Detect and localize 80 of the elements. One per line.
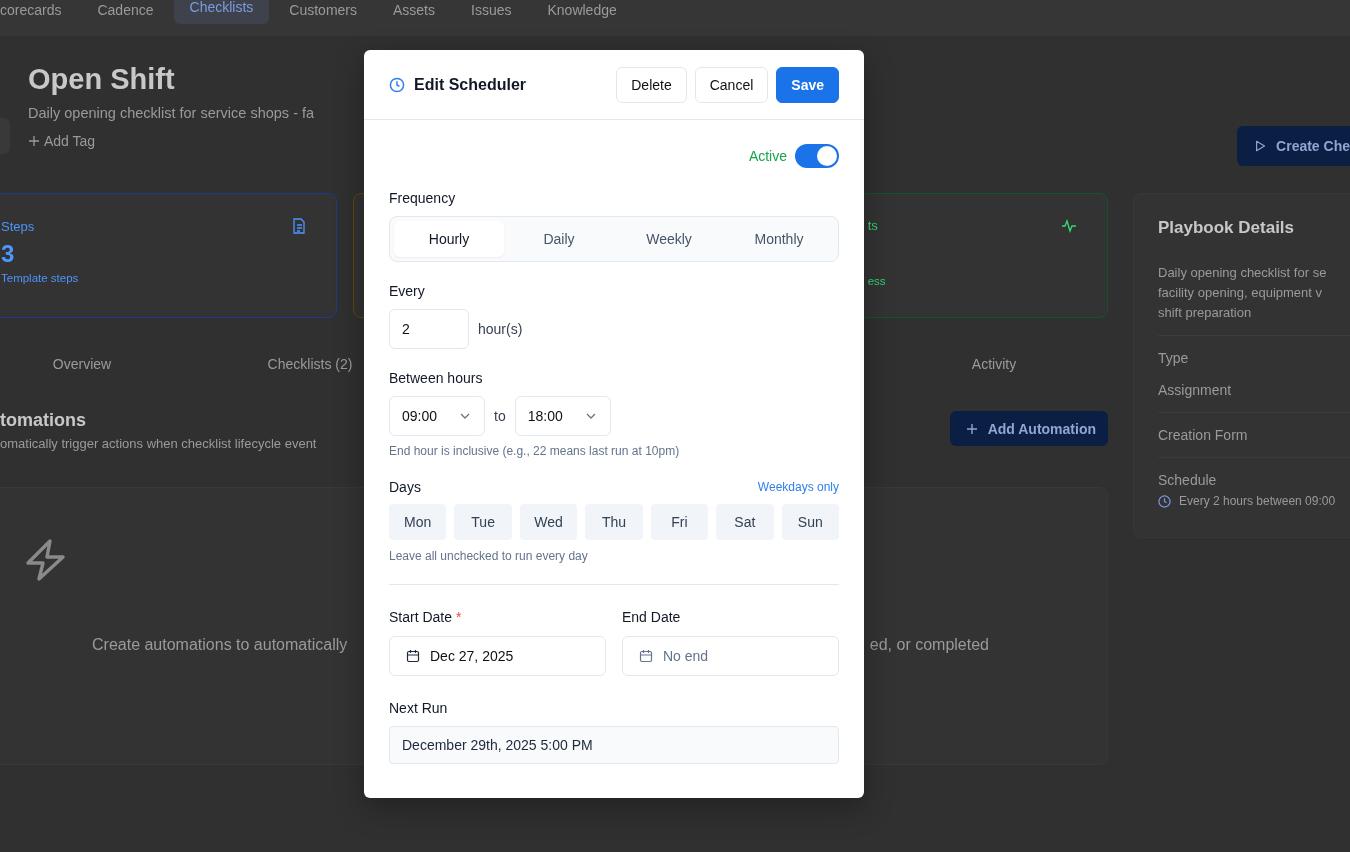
dialog-title: Edit Scheduler: [414, 75, 527, 94]
nav-tab[interactable]: corecards: [0, 0, 62, 23]
range-joiner: to: [494, 408, 506, 424]
chevron-down-icon: [585, 413, 596, 419]
detail-label: Schedule: [1158, 471, 1218, 490]
detail-label: Assignment: [1158, 381, 1233, 400]
create-checklist-button[interactable]: Create Che: [1237, 126, 1350, 166]
stat-value: 3: [1, 240, 16, 268]
next-run-field: December 29th, 2025 5:00 PM: [389, 726, 839, 764]
nav-tab[interactable]: Customers: [289, 0, 357, 23]
start-hour-select[interactable]: 09:00: [389, 396, 485, 436]
field-label: Every: [389, 283, 426, 299]
frequency-option[interactable]: Hourly: [394, 221, 504, 257]
empty-state-text: ed, or completed: [869, 636, 989, 654]
section-subtitle: omatically trigger actions when checklist lifecycle event: [0, 436, 317, 451]
detail-tab[interactable]: Activity: [880, 356, 1108, 372]
dialog-button[interactable]: Delete: [616, 66, 687, 103]
unit-label: hour(s): [478, 321, 523, 337]
empty-state-text: Create automations to automatically: [92, 636, 348, 654]
calendar-icon: [406, 649, 420, 663]
stat-label: Steps: [1, 218, 35, 234]
active-toggle[interactable]: [795, 144, 839, 168]
add-tag-button[interactable]: Add Tag: [28, 133, 96, 149]
stat-caption: ess: [867, 275, 887, 287]
field-label: Frequency: [389, 190, 457, 206]
nav-tab[interactable]: Knowledge: [547, 0, 617, 23]
end-date-field[interactable]: No end: [622, 636, 839, 676]
pulse-icon: [1061, 218, 1077, 233]
panel-description-line: shift preparation: [1158, 304, 1253, 322]
clock-icon: [1158, 494, 1171, 508]
panel-description-line: Daily opening checklist for se: [1158, 264, 1328, 282]
end-hour-select[interactable]: 18:00: [514, 396, 611, 436]
frequency-option[interactable]: Weekly: [614, 221, 724, 257]
plus-icon: [965, 422, 978, 435]
field-label: End Date: [622, 609, 681, 625]
document-icon: [292, 218, 307, 234]
day-toggle[interactable]: Wed: [519, 504, 578, 540]
status-label: Active: [748, 148, 787, 164]
page-title: Open Shift: [28, 62, 176, 96]
add-automation-button[interactable]: Add Automation: [949, 411, 1108, 446]
calendar-icon: [639, 649, 653, 663]
field-label: Start Date: [389, 609, 453, 625]
field-label: Next Run: [389, 700, 449, 716]
hint-text: End hour is inclusive (e.g., 22 means last run at 10pm): [389, 444, 681, 458]
lightning-icon: [25, 538, 67, 582]
clock-icon: [389, 76, 405, 93]
field-label: Days: [389, 479, 421, 495]
hint-text: Leave all unchecked to run every day: [389, 549, 589, 563]
page-description: Daily opening checklist for service shops - fa: [28, 105, 315, 121]
frequency-option[interactable]: Daily: [504, 221, 614, 257]
nav-tab[interactable]: Assets: [393, 0, 435, 23]
day-toggle[interactable]: Mon: [389, 504, 447, 540]
day-toggle[interactable]: Fri: [650, 504, 709, 540]
frequency-option[interactable]: Monthly: [724, 221, 834, 257]
detail-label: Type: [1158, 349, 1190, 368]
day-toggle[interactable]: Sat: [716, 504, 774, 540]
day-toggle[interactable]: Sun: [781, 504, 839, 540]
schedule-summary: Every 2 hours between 09:00: [1179, 494, 1336, 508]
start-date-field[interactable]: Dec 27, 2025: [389, 636, 606, 676]
stat-label: ts: [867, 218, 878, 233]
day-toggle[interactable]: Tue: [454, 504, 512, 540]
stat-caption: Template steps: [1, 272, 80, 284]
play-icon: [1255, 138, 1267, 154]
panel-description-line: facility opening, equipment v: [1158, 284, 1324, 302]
plus-icon: [28, 135, 40, 147]
day-toggle[interactable]: Thu: [585, 504, 643, 540]
field-label: Between hours: [389, 370, 484, 386]
detail-tab[interactable]: Overview: [0, 356, 196, 372]
detail-label: Creation Form: [1158, 426, 1249, 445]
dialog-button[interactable]: Cancel: [694, 66, 769, 103]
chevron-down-icon: [460, 413, 470, 419]
section-title: tomations: [0, 410, 87, 431]
save-button[interactable]: Save: [776, 66, 839, 103]
nav-tab[interactable]: Issues: [471, 0, 512, 23]
nav-tab[interactable]: Cadence: [97, 0, 154, 23]
weekdays-only-link[interactable]: Weekdays only: [757, 480, 839, 494]
nav-tab[interactable]: Checklists: [173, 0, 270, 24]
panel-title: Playbook Details: [1158, 218, 1296, 238]
interval-input[interactable]: 2: [389, 309, 469, 349]
required-mark: *: [456, 609, 462, 625]
